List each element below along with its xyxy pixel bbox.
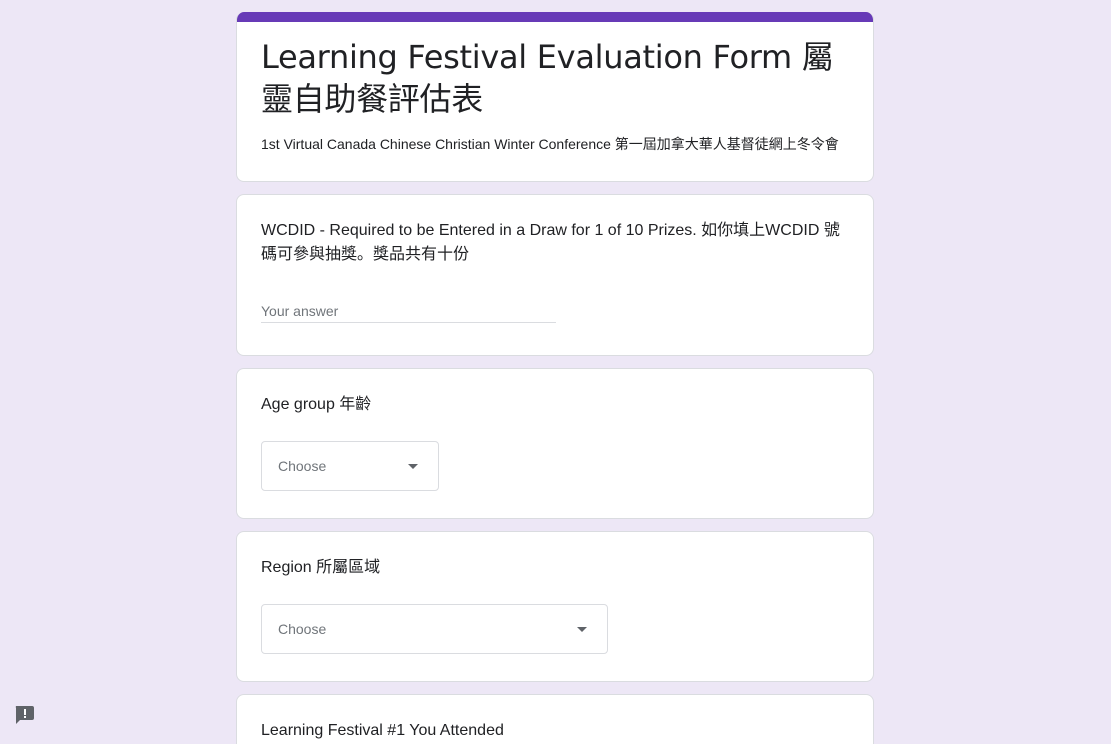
arrow-drop-down-icon — [408, 464, 418, 469]
arrow-drop-down-icon — [577, 627, 587, 632]
report-problem-icon[interactable] — [13, 705, 35, 725]
question-card-wcdid: WCDID - Required to be Entered in a Draw… — [236, 194, 874, 356]
wcdid-answer-input[interactable] — [261, 299, 556, 323]
question-title-age-group: Age group 年齡 — [261, 396, 372, 413]
form-title: Learning Festival Evaluation Form 屬靈自助餐評… — [261, 38, 834, 118]
question-card-age-group: Age group 年齡 Choose — [236, 368, 874, 519]
question-title-region: Region 所屬區域 — [261, 559, 381, 576]
form-page: Learning Festival Evaluation Form 屬靈自助餐評… — [0, 0, 1111, 744]
question-card-learning-festival-1: Learning Festival #1 You Attended — [236, 694, 874, 744]
question-title-wcdid: WCDID - Required to be Entered in a Draw… — [261, 222, 840, 263]
region-selected-value: Choose — [278, 621, 327, 637]
age-group-dropdown[interactable]: Choose — [261, 441, 439, 491]
form-accent-bar — [237, 12, 873, 22]
question-title-learning-festival-1: Learning Festival #1 You Attended — [261, 722, 504, 739]
form-description: 1st Virtual Canada Chinese Christian Win… — [261, 136, 839, 152]
age-group-selected-value: Choose — [278, 458, 327, 474]
region-dropdown[interactable]: Choose — [261, 604, 608, 654]
form-header-card: Learning Festival Evaluation Form 屬靈自助餐評… — [236, 12, 874, 182]
question-card-region: Region 所屬區域 Choose — [236, 531, 874, 682]
